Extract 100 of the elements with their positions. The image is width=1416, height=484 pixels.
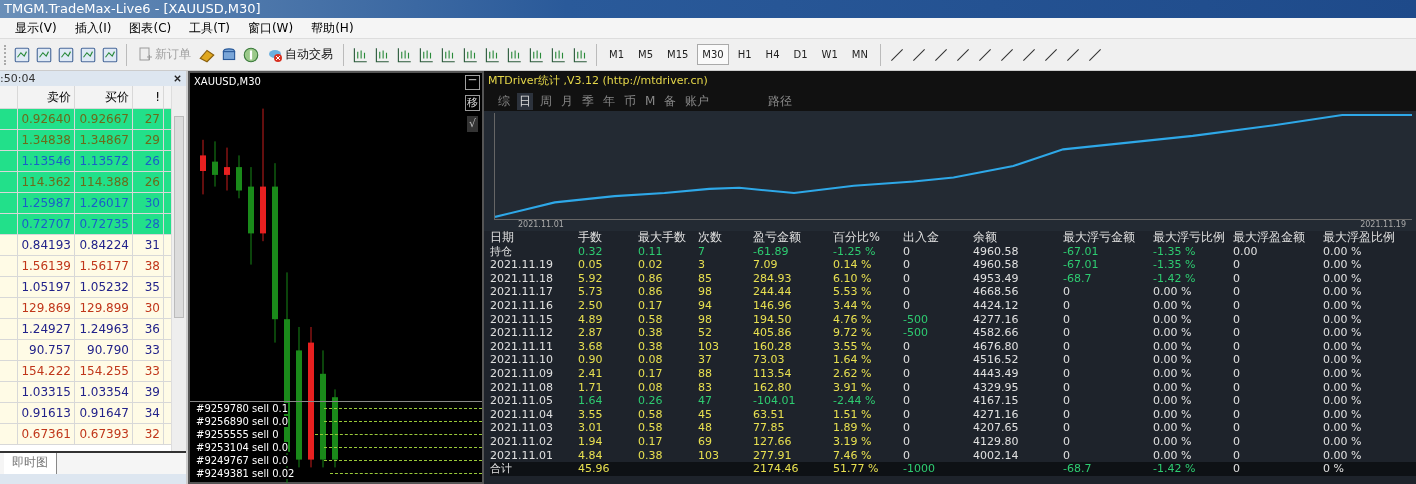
column-header[interactable]: 买价 <box>75 86 133 108</box>
tab[interactable]: 路径 <box>766 92 795 110</box>
table-cell-text: 103 <box>698 448 720 463</box>
tab[interactable]: 周 <box>538 92 554 110</box>
bar-chart-icon[interactable] <box>351 45 369 64</box>
table-cell-text: 2.87 <box>578 326 604 340</box>
menu-item[interactable]: 图表(C) <box>120 19 181 37</box>
table-cell-text: 0.38 <box>638 326 664 340</box>
auto-trading-button[interactable]: 自动交易 <box>264 44 336 65</box>
table-cell-text: 0 <box>903 244 911 259</box>
table-cell-text: 69 <box>698 434 713 449</box>
column-header: 最大浮亏比例 <box>1153 231 1226 245</box>
table-cell-text: 0 <box>903 434 911 449</box>
spread-value: 35 <box>133 277 164 297</box>
table-cell-text: 2021.11.09 <box>490 366 554 381</box>
table-cell-text: 0.00 % <box>1153 312 1193 327</box>
timeframe-button[interactable]: H1 <box>732 44 757 65</box>
table-cell-text: 0.08 <box>638 380 664 395</box>
timeframe-button[interactable]: M5 <box>633 44 658 65</box>
quote-row[interactable]: 0.91613 0.91647 34 <box>0 403 171 424</box>
column-header[interactable]: 卖价 <box>18 86 75 108</box>
spread-value: 34 <box>133 403 164 423</box>
chart-icon[interactable] <box>13 45 31 64</box>
timeframe-button[interactable]: M1 <box>604 44 629 65</box>
column-header: 百分比% <box>833 231 881 245</box>
timeframe-button[interactable]: M30 <box>697 44 729 65</box>
quote-row[interactable]: 1.24927 1.24963 36 <box>0 319 171 340</box>
table-cell-text: 2021.11.01 <box>490 448 554 463</box>
bid-price: 1.24927 <box>18 319 75 339</box>
quote-row[interactable]: 1.13546 1.13572 26 <box>0 151 171 172</box>
table-cell-text: 0.00 % <box>1323 448 1363 463</box>
quote-row[interactable]: 1.03315 1.03354 39 <box>0 382 171 403</box>
tab[interactable]: 季 <box>580 92 596 110</box>
tab[interactable]: 备 <box>662 92 679 110</box>
close-icon[interactable] <box>173 74 182 83</box>
tab[interactable]: 年 <box>601 92 617 110</box>
spread-value: 26 <box>133 172 164 192</box>
table-cell-text: 0.58 <box>638 407 664 422</box>
table-cell-text: -61.89 <box>753 244 790 259</box>
timeframe-button[interactable]: D1 <box>788 44 813 65</box>
table-cell-text: 0 <box>1063 407 1071 422</box>
timeframe-button[interactable]: W1 <box>816 44 843 65</box>
menu-item[interactable]: 插入(I) <box>65 19 121 37</box>
spread-value: 30 <box>133 298 164 318</box>
tab[interactable]: 账户 <box>683 92 712 110</box>
table-cell-text: 0.00 % <box>1323 339 1363 354</box>
chart-side-button[interactable]: 移 <box>465 95 480 111</box>
table-cell-text: 0.00 % <box>1323 394 1363 408</box>
window-title: TMGM.TradeMax-Live6 - [XAUUSD,M30] <box>0 0 1416 18</box>
table-cell-text: 4443.49 <box>973 366 1020 381</box>
table-cell-text: 113.54 <box>753 366 793 381</box>
table-cell-text: 0.90 <box>578 353 604 367</box>
ask-price: 1.26017 <box>75 193 133 213</box>
table-cell-text: 3.01 <box>578 421 604 435</box>
menu-item[interactable]: 窗口(W) <box>238 19 303 37</box>
menu-item[interactable]: 显示(V) <box>6 19 66 37</box>
timeframe-button[interactable]: H4 <box>760 44 785 65</box>
quote-row[interactable]: 0.84193 0.84224 31 <box>0 235 171 256</box>
table-cell-text: 0 <box>903 285 911 299</box>
ask-price: 0.72735 <box>75 214 133 234</box>
quote-row[interactable]: 129.869 129.899 30 <box>0 298 171 319</box>
table-cell-text: 4129.80 <box>973 434 1020 449</box>
table-cell-text: 3 <box>698 258 706 272</box>
chart-side-button[interactable]: √ <box>467 116 478 132</box>
table-cell-text: 45 <box>698 407 713 422</box>
ask-price: 0.92667 <box>75 109 133 129</box>
tab[interactable]: 综 <box>496 92 512 110</box>
tab[interactable]: M <box>643 94 658 108</box>
timeframe-button[interactable]: M15 <box>662 44 694 65</box>
table-cell-text: -1.25 % <box>833 244 877 259</box>
tab[interactable]: 日 <box>517 92 533 110</box>
quote-row[interactable]: 154.222 154.255 33 <box>0 361 171 382</box>
table-cell-text: -1000 <box>903 462 936 476</box>
column-header[interactable]: ! <box>133 86 164 108</box>
tab[interactable]: 币 <box>622 92 638 110</box>
table-cell-text: 0.00 <box>1233 244 1259 259</box>
minimize-icon[interactable] <box>465 75 480 90</box>
table-cell-text: 0 <box>1233 271 1241 286</box>
table-cell-text: 98 <box>698 285 713 299</box>
quote-row[interactable]: 1.05197 1.05232 35 <box>0 277 171 298</box>
table-cell-text: 0.00 % <box>1323 380 1363 395</box>
menu-item[interactable]: 工具(T) <box>180 19 239 37</box>
table-cell-text: 162.80 <box>753 380 793 395</box>
table-cell-text: 0 <box>1063 285 1071 299</box>
menu-item[interactable]: 帮助(H) <box>302 19 363 37</box>
table-cell-text: 146.96 <box>753 298 793 313</box>
tab[interactable]: 月 <box>559 92 575 110</box>
table-cell-text: 0 <box>903 366 911 381</box>
quote-row[interactable]: 0.67361 0.67393 32 <box>0 424 171 445</box>
ask-price: 1.24963 <box>75 319 133 339</box>
table-cell-text: 合计 <box>490 462 513 476</box>
quote-row[interactable]: 90.757 90.790 33 <box>0 340 171 361</box>
scrollbar[interactable] <box>171 86 186 451</box>
quote-row[interactable]: 1.56139 1.56177 38 <box>0 256 171 277</box>
timeframe-button[interactable]: MN <box>846 44 873 65</box>
quote-row[interactable]: 1.25987 1.26017 30 <box>0 193 171 214</box>
quote-row[interactable]: 0.72707 0.72735 28 <box>0 214 171 235</box>
table-cell-text: 1.64 <box>578 394 604 408</box>
spread-value: 26 <box>133 151 164 171</box>
tab[interactable]: 即时图 <box>4 453 57 474</box>
